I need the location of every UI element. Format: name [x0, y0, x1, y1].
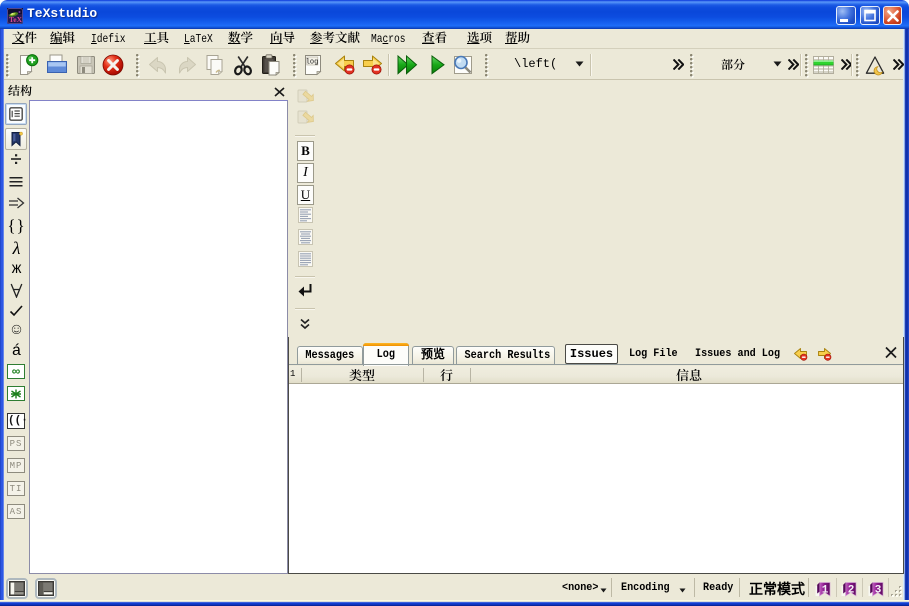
- svg-text:2: 2: [848, 585, 855, 597]
- svg-text:log: log: [306, 59, 319, 67]
- svg-text:1: 1: [822, 585, 829, 597]
- svg-text:3: 3: [875, 585, 882, 597]
- svg-text:TeX: TeX: [9, 15, 23, 24]
